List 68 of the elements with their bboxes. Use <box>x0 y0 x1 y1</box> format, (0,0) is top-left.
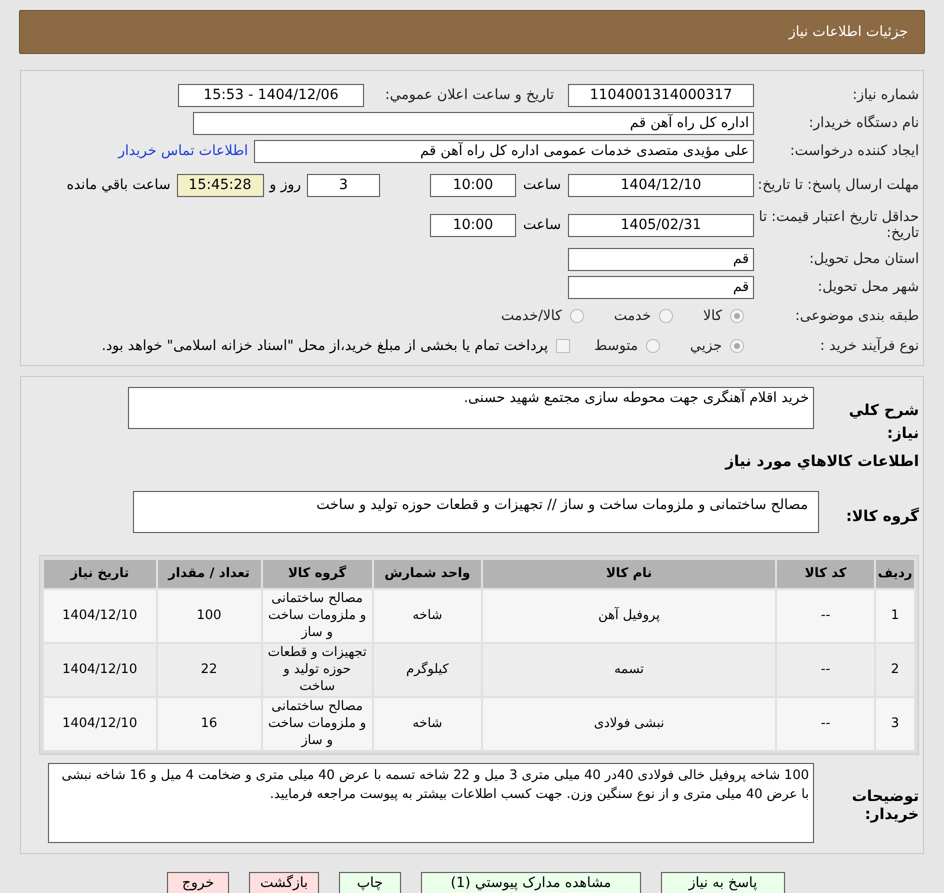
text-field[interactable]: 1405/02/31 <box>568 214 754 236</box>
field-label: حداقل تاریخ اعتبار قیمت: تا تاریخ: <box>758 209 919 241</box>
description-textarea[interactable]: خرید اقلام آهنگری جهت محوطه سازی مجتمع شهید حسنی. <box>128 387 814 429</box>
text-field[interactable]: 1404/12/06 - 15:53 <box>178 84 364 106</box>
table-cell: 16 <box>156 696 262 750</box>
action-button[interactable]: خروج <box>167 872 230 893</box>
table-cell: -- <box>776 696 876 750</box>
buyer-contact-link[interactable]: اطلاعات تماس خریدار <box>118 140 248 162</box>
table-cell: 1 <box>875 588 915 642</box>
field-label: نوع فرآیند خرید : <box>819 338 919 354</box>
table-cell: مصالح ساختمانی و ملزومات ساخت و ساز <box>262 696 373 750</box>
table-cell: 1404/12/10 <box>43 696 156 750</box>
table-cell: 2 <box>875 642 915 696</box>
remaining-label: ساعت باقي مانده <box>66 176 172 194</box>
radio-button[interactable] <box>646 339 660 353</box>
field-label: طبقه بندی موضوعی: <box>794 308 919 324</box>
field-label: شرح کلي نیاز: <box>848 400 919 444</box>
text-field[interactable]: قم <box>568 248 754 270</box>
checkbox[interactable] <box>556 339 570 353</box>
radio-label: خدمت <box>614 306 652 326</box>
goods-group-textarea[interactable]: مصالح ساختمانی و ملزومات ساخت و ساز // تجهیزات و قطعات حوزه تولید و ساخت <box>133 490 819 532</box>
text-field[interactable]: 10:00 <box>430 214 516 236</box>
table-cell: 3 <box>875 696 915 750</box>
days-label: روز و <box>268 176 302 194</box>
action-button[interactable]: بازگشت <box>249 872 319 893</box>
column-header: گروه کالا <box>262 558 373 588</box>
action-button[interactable]: مشاهده مدارک پیوستي (1) <box>420 872 641 893</box>
text-field[interactable]: علی مؤیدی متصدی خدمات عمومی اداره کل راه آهن قم <box>254 140 754 162</box>
header-title: جزئیات اطلاعات نیاز <box>788 22 908 42</box>
field-label: ایجاد کننده درخواست: <box>789 143 919 159</box>
table-cell: شاخه <box>372 696 482 750</box>
column-header: تاریخ نیاز <box>43 558 156 588</box>
radio-label: کالا <box>703 306 722 326</box>
field-label: نام دستگاه خریدار: <box>808 115 919 131</box>
column-header: ردیف <box>875 558 915 588</box>
radio-label: متوسط <box>594 336 638 356</box>
column-header: نام کالا <box>482 558 776 588</box>
radio-button[interactable] <box>659 309 674 323</box>
field-label: مهلت ارسال پاسخ: تا تاریخ: <box>756 177 919 193</box>
field-label: شماره نیاز: <box>852 87 919 103</box>
text-field[interactable]: 1104001314000317 <box>568 84 754 106</box>
radio-button[interactable] <box>730 309 744 323</box>
radio-button[interactable] <box>730 339 744 353</box>
text-field[interactable]: 15:45:28 <box>176 174 264 196</box>
text-field[interactable]: قم <box>568 276 754 298</box>
time-label: ساعت <box>522 216 562 234</box>
column-header: واحد شمارش <box>372 558 482 588</box>
section-title: اطلاعات کالاهاي مورد نیاز <box>724 451 919 472</box>
time-label: ساعت <box>522 176 562 194</box>
field-label: شهر محل تحویل: <box>816 279 919 295</box>
field-label: تاریخ و ساعت اعلان عمومي: <box>384 87 554 103</box>
text-field[interactable]: 10:00 <box>430 174 516 196</box>
radio-label: جزيي <box>690 336 722 356</box>
column-header: کد کالا <box>776 558 876 588</box>
text-field[interactable]: 3 <box>307 174 380 196</box>
field-label: گروه کالا: <box>845 506 919 527</box>
field-label: استان محل تحویل: <box>808 251 919 267</box>
table-cell: نبشی فولادی <box>482 696 776 750</box>
radio-label: کالا/خدمت <box>500 306 562 326</box>
radio-button[interactable] <box>570 309 584 323</box>
text-field[interactable]: 1404/12/10 <box>568 174 754 196</box>
action-button[interactable]: چاپ <box>338 872 401 893</box>
checkbox-label: پرداخت تمام یا بخشی از مبلغ خرید،از محل "اسناد خزانه اسلامی" خواهد بود. <box>102 336 548 356</box>
text-field[interactable]: اداره کل راه آهن قم <box>193 112 754 134</box>
action-button[interactable]: پاسخ به نیاز <box>660 872 785 893</box>
buyer-notes-textarea[interactable]: 100 شاخه پروفیل خالی فولادی 40در 40 میلی متری 3 میل و 22 شاخه تسمه با عرض 40 میلی متری و ضخامت 4 میل و 16 شاخه نبشی با عرض 40 میلی متری و از نوع سنگین وزن. جهت کسب اطلاعات بیشتر به پیوست مراجعه فرمایید. <box>48 762 814 842</box>
field-label: توضیحات خریدار: <box>850 786 919 822</box>
column-header: تعداد / مقدار <box>156 558 262 588</box>
